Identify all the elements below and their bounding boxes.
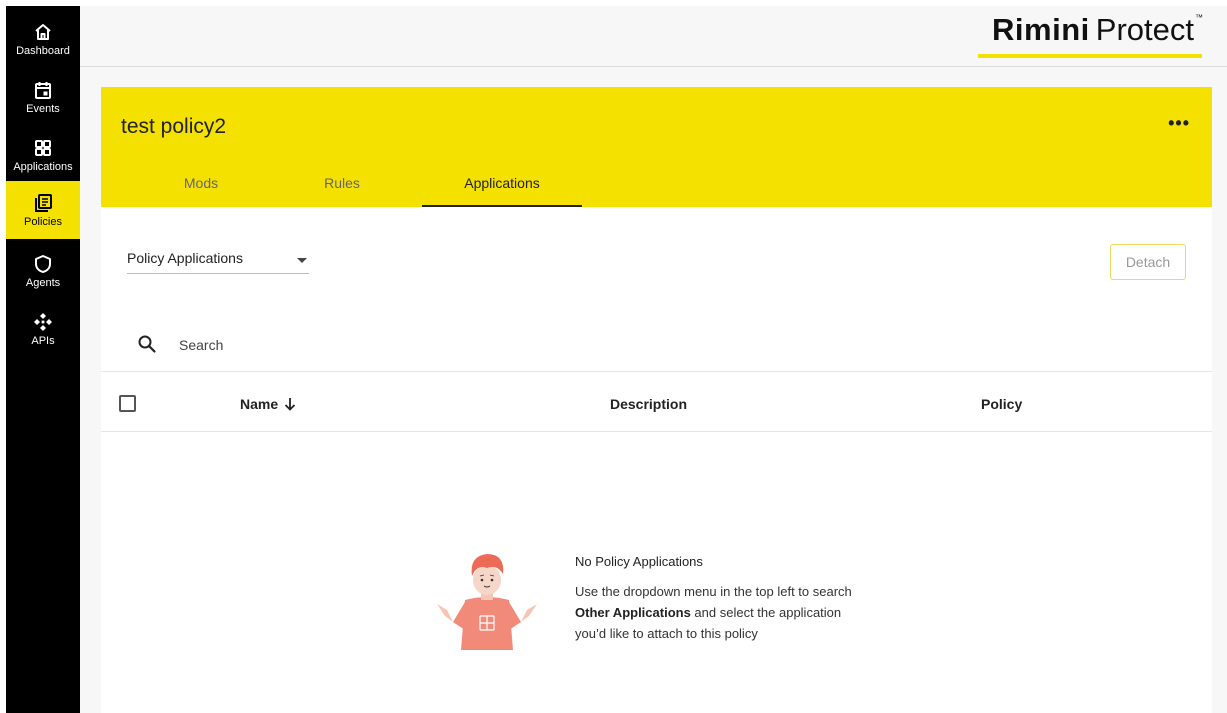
column-header-name[interactable]: Name (240, 396, 296, 412)
column-header-policy[interactable]: Policy (981, 396, 1022, 412)
detach-button[interactable]: Detach (1110, 244, 1186, 280)
divider (101, 371, 1212, 372)
shield-icon (35, 254, 51, 273)
tab-mods[interactable]: Mods (121, 175, 281, 207)
sidebar-item-policies[interactable]: Policies (6, 181, 80, 239)
sidebar-item-agents[interactable]: Agents (6, 246, 80, 296)
policy-header: test policy2 ••• Mods Rules Applications (101, 87, 1212, 207)
search-icon (138, 335, 156, 353)
sidebar-item-applications[interactable]: Applications (6, 130, 80, 180)
top-header: Rimini Protect ™ (80, 6, 1227, 67)
sidebar-item-label: Dashboard (16, 44, 70, 57)
calendar-icon (35, 81, 51, 99)
empty-state-emphasis: Other Applications (575, 605, 691, 620)
sidebar-item-dashboard[interactable]: Dashboard (6, 14, 80, 64)
brand-name-light: Protect (1095, 12, 1194, 47)
empty-state-illustration (437, 554, 537, 650)
chevron-down-icon (297, 258, 307, 263)
select-all-checkbox[interactable] (119, 395, 136, 412)
tab-rules[interactable]: Rules (262, 175, 422, 207)
view-select-dropdown[interactable]: Policy Applications (127, 250, 309, 274)
tab-applications[interactable]: Applications (422, 175, 582, 207)
sidebar-item-label: Events (26, 102, 60, 115)
empty-state-text: and select the application (690, 605, 842, 620)
search-input[interactable] (179, 334, 579, 356)
sidebar-item-label: Policies (24, 215, 62, 228)
brand-underline (978, 54, 1202, 58)
divider (101, 431, 1212, 432)
brand-name-bold: Rimini (992, 12, 1090, 47)
home-icon (35, 23, 51, 40)
sidebar-nav: Dashboard Events Applications Policies A… (6, 6, 80, 713)
brand-logo: Rimini Protect ™ (992, 12, 1203, 58)
page-title: test policy2 (121, 115, 227, 138)
sidebar-item-label: Applications (13, 160, 73, 173)
document-list-icon (35, 193, 52, 212)
arrow-down-icon (285, 398, 296, 411)
sidebar-item-events[interactable]: Events (6, 72, 80, 122)
empty-state-line: you’d like to attach to this policy (575, 626, 758, 641)
column-header-label: Name (240, 396, 279, 412)
column-header-description[interactable]: Description (610, 396, 687, 412)
sidebar-item-label: Agents (25, 276, 61, 289)
api-diamond-icon (34, 312, 52, 331)
brand-trademark: ™ (1195, 13, 1203, 22)
empty-state-title: No Policy Applications (575, 554, 703, 569)
main-panel: Policy Applications Detach Name Descript… (101, 207, 1212, 713)
sidebar-item-apis[interactable]: APIs (6, 304, 80, 354)
sidebar-item-label: APIs (31, 334, 55, 347)
empty-state-line: Use the dropdown menu in the top left to… (575, 584, 852, 599)
more-options-button[interactable]: ••• (1168, 113, 1190, 134)
empty-state-message: Use the dropdown menu in the top left to… (575, 581, 895, 644)
grid-icon (35, 139, 51, 156)
empty-state-line: Other Applications and select the applic… (575, 602, 895, 623)
view-select-value: Policy Applications (127, 250, 243, 266)
